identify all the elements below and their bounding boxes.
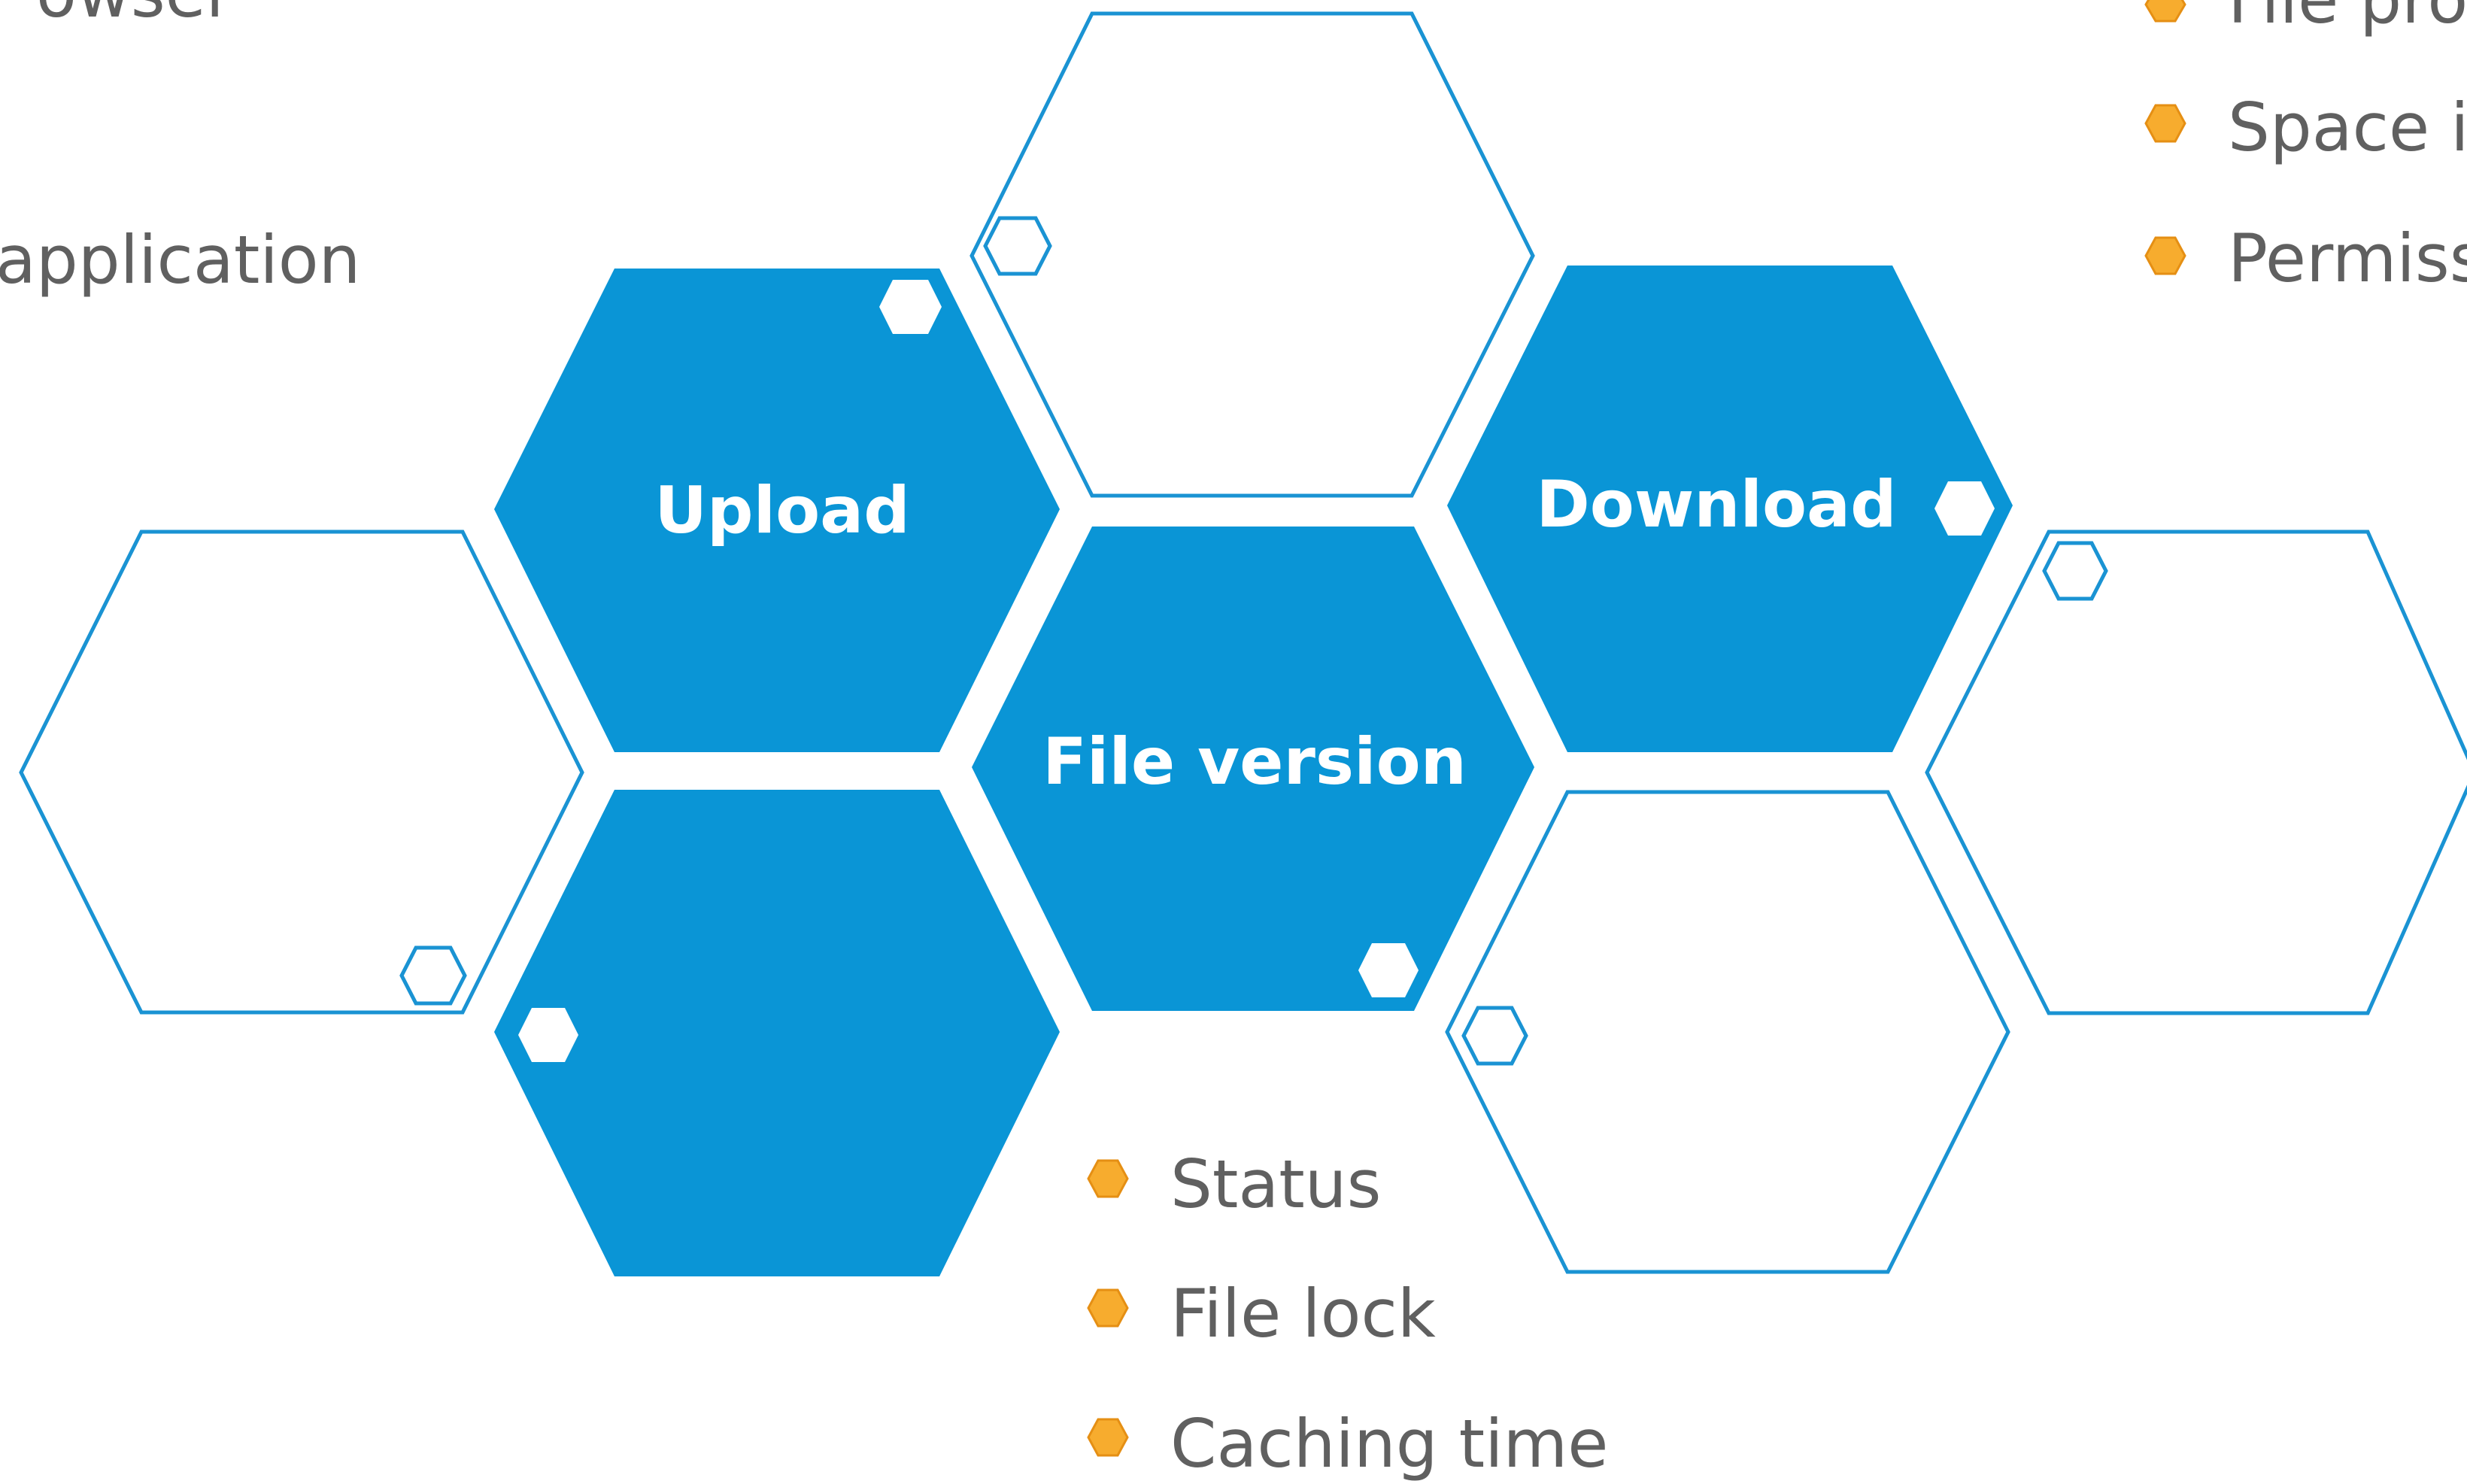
right-list-bullet-1 bbox=[2144, 0, 2186, 23]
right-list-item-2: Space i bbox=[2228, 89, 2467, 166]
hexagon-bottom-left bbox=[494, 790, 1060, 1276]
outline-hexagon-right bbox=[1925, 530, 2467, 1015]
left-list-item-application: application bbox=[0, 221, 360, 299]
small-outline-hexagon-right bbox=[2042, 541, 2108, 601]
hexagon-diagram: Upload Download File version owser appli… bbox=[0, 0, 2467, 1482]
hexagon-label-file-version: File version bbox=[1042, 724, 1467, 800]
right-list-item-1: File pro bbox=[2228, 0, 2467, 38]
left-list-item-browser: owser bbox=[36, 0, 234, 32]
right-list-bullet-2 bbox=[2144, 104, 2186, 143]
small-outline-hexagon-left bbox=[399, 945, 467, 1006]
outline-hexagon-bottom-right bbox=[1445, 790, 2010, 1274]
bottom-list-bullet-caching-time bbox=[1087, 1418, 1129, 1457]
right-list-item-3: Permiss bbox=[2228, 220, 2467, 297]
hexagon-label-upload: Upload bbox=[654, 473, 910, 548]
small-outline-hexagon-bottom-right bbox=[1461, 1006, 1528, 1066]
right-list-bullet-3 bbox=[2144, 236, 2186, 275]
bottom-list-bullet-file-lock bbox=[1087, 1288, 1129, 1328]
bottom-list-item-status: Status bbox=[1170, 1146, 1381, 1223]
outline-hexagon-left bbox=[19, 530, 584, 1015]
bottom-list-item-file-lock: File lock bbox=[1170, 1275, 1436, 1352]
hexagon-label-download: Download bbox=[1536, 467, 1896, 542]
outline-hexagon-top bbox=[970, 11, 1535, 498]
bottom-list-bullet-status bbox=[1087, 1159, 1129, 1198]
bottom-list-item-caching-time: Caching time bbox=[1170, 1405, 1608, 1482]
small-outline-hexagon-top bbox=[983, 216, 1052, 276]
